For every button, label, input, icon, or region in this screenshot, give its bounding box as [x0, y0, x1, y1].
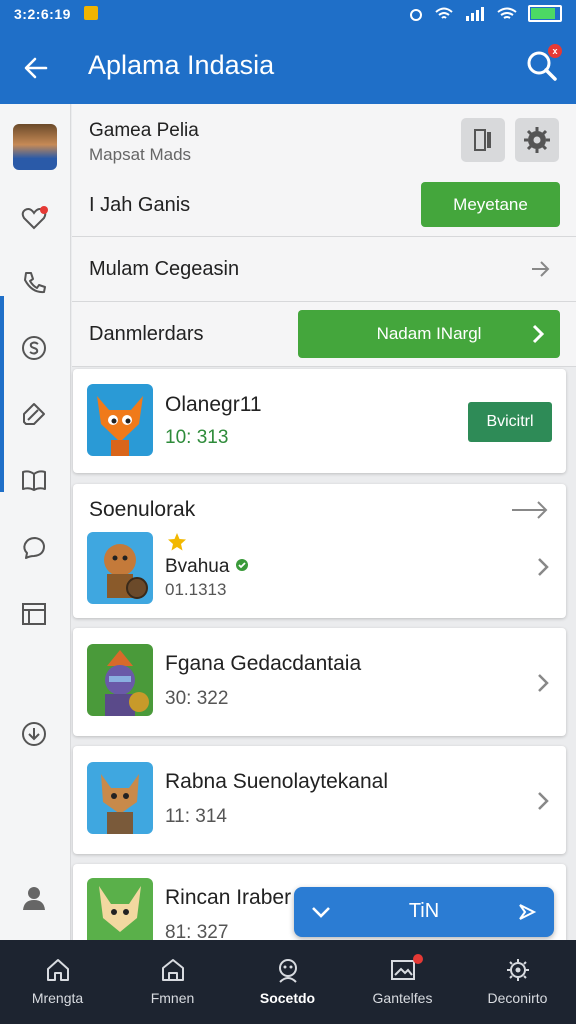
person-icon — [23, 887, 45, 910]
game-value: 11: 314 — [165, 806, 227, 827]
status-icons — [408, 5, 562, 22]
game-value: 01.1313 — [165, 580, 227, 599]
sidebar-item-favorites[interactable] — [20, 204, 48, 232]
currency-icon — [22, 336, 46, 360]
floating-action-bar[interactable]: TiN — [294, 887, 554, 937]
store-icon — [162, 959, 184, 981]
sidebar-item-download[interactable] — [20, 720, 48, 748]
download-icon — [22, 722, 46, 746]
search-badge: x — [548, 44, 562, 58]
star-icon — [168, 533, 186, 551]
bottom-navigation: Mrengta Fmnen Socetdo Gantelfes Deconirt… — [0, 940, 576, 1024]
game-card[interactable]: Rabna Suenolaytekanal 11: 314 — [73, 746, 566, 854]
signal-icon — [466, 6, 484, 21]
list-row-profile[interactable]: Gamea Pelia Mapsat Mads — [72, 104, 576, 173]
arrow-right-icon — [532, 261, 550, 277]
action-button[interactable]: Meyetane — [421, 182, 560, 227]
sidebar-item-layout[interactable] — [20, 600, 48, 628]
game-name: Rabna Suenolaytekanal — [165, 770, 389, 793]
chevron-right-icon — [538, 558, 549, 576]
row-title: Danmlerdars — [89, 323, 204, 345]
sidebar-active-indicator — [0, 296, 4, 492]
wide-action-button[interactable]: Nadam INargl — [298, 310, 560, 358]
nav-item-store[interactable]: Fmnen — [115, 940, 230, 1024]
home-icon — [47, 959, 69, 981]
nav-label: Socetdo — [259, 990, 316, 1006]
row-title: Mulam Cegeasin — [89, 258, 240, 280]
sidebar-item-currency[interactable] — [20, 334, 48, 362]
nav-label: Gantelfes — [372, 990, 433, 1006]
send-icon[interactable] — [516, 901, 538, 923]
sidebar — [0, 104, 71, 940]
game-card[interactable]: Fgana Gedacdantaia 30: 322 — [73, 628, 566, 736]
game-thumbnail — [87, 644, 153, 716]
device-icon — [474, 129, 491, 151]
device-button[interactable] — [461, 118, 505, 162]
section-card[interactable]: Soenulorak Bvahua 01.1313 — [73, 484, 566, 618]
floating-action-label: TiN — [408, 900, 440, 922]
game-value: 30: 322 — [165, 688, 229, 709]
nav-item-gallery[interactable]: Gantelfes — [345, 940, 460, 1024]
gear-icon — [524, 127, 550, 153]
nav-label: Mrengta — [31, 990, 84, 1006]
chevron-right-icon — [538, 792, 549, 810]
sidebar-item-book[interactable] — [20, 466, 48, 494]
search-button[interactable]: x — [524, 44, 562, 84]
avatar[interactable] — [13, 124, 57, 170]
alarm-icon — [410, 8, 422, 21]
sidebar-item-chat[interactable] — [20, 534, 48, 562]
nav-item-social[interactable]: Socetdo — [230, 940, 345, 1024]
list-row-settings[interactable]: Mulam Cegeasin — [72, 237, 576, 302]
game-name: Bvahua — [165, 556, 230, 577]
tag-icon — [23, 403, 45, 425]
chevron-right-icon — [538, 674, 549, 692]
wifi-icon — [435, 7, 453, 19]
list-row-downloads[interactable]: Danmlerdars Nadam INargl — [72, 302, 576, 367]
phone-icon — [24, 272, 46, 294]
game-card[interactable]: Olanegr11 10: 313 Bvicitrl — [73, 369, 566, 473]
app-bar: Aplama Indasia x — [0, 30, 576, 104]
status-bar: 3:2:6:19 — [0, 0, 576, 30]
notification-badge — [40, 206, 48, 214]
game-thumbnail — [87, 762, 153, 834]
nav-item-home[interactable]: Mrengta — [0, 940, 115, 1024]
play-button[interactable]: Bvicitrl — [468, 402, 552, 442]
game-thumbnail — [87, 384, 153, 456]
game-value: 10: 313 — [165, 427, 229, 448]
gear-icon — [507, 959, 529, 981]
row-title: Gamea Pelia — [89, 120, 199, 141]
game-thumbnail — [87, 532, 153, 604]
status-time: 3:2:6:19 — [14, 6, 71, 22]
settings-button[interactable] — [515, 118, 559, 162]
layout-icon — [22, 603, 46, 625]
nav-item-settings[interactable]: Deconirto — [460, 940, 575, 1024]
row-title: I Jah Ganis — [89, 194, 191, 216]
battery-icon — [528, 5, 562, 22]
game-name: Rincan Iraber — [165, 886, 292, 909]
wifi-icon-2 — [497, 7, 517, 19]
section-header: Soenulorak — [89, 498, 196, 521]
notification-badge — [413, 954, 423, 964]
game-name: Fgana Gedacdantaia — [165, 652, 362, 675]
wide-action-label: Nadam INargl — [376, 324, 482, 343]
sidebar-item-profile[interactable] — [20, 884, 48, 912]
chat-icon — [23, 537, 45, 559]
notification-icon — [84, 6, 98, 20]
nav-label: Deconirto — [487, 990, 548, 1006]
sidebar-item-phone[interactable] — [20, 268, 48, 296]
game-name: Olanegr11 — [165, 393, 262, 416]
row-subtitle: Mapsat Mads — [89, 145, 192, 164]
book-icon — [22, 470, 46, 491]
list-row-games[interactable]: I Jah Ganis Meyetane — [72, 172, 576, 237]
sidebar-item-tag[interactable] — [20, 400, 48, 428]
verified-icon — [236, 559, 248, 571]
social-icon — [279, 959, 297, 983]
arrow-right-icon — [512, 501, 548, 519]
page-title: Aplama Indasia — [88, 50, 275, 80]
back-arrow-icon[interactable] — [16, 48, 56, 88]
chevron-right-icon — [532, 324, 545, 344]
nav-label: Fmnen — [150, 990, 195, 1006]
